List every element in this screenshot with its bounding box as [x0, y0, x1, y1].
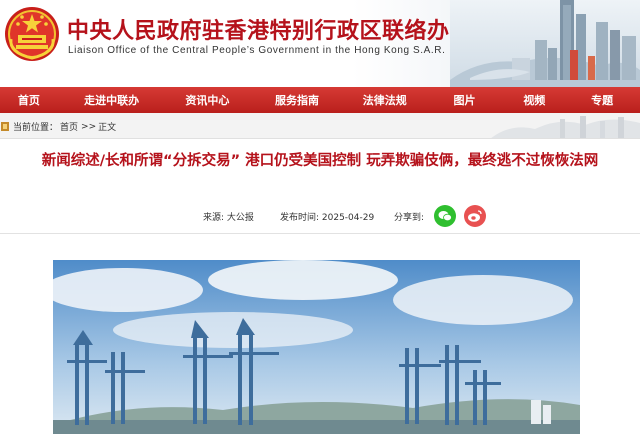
site-title-cn: 中央人民政府驻香港特别行政区联络办公室: [67, 19, 495, 44]
article-headline: 新闻综述/长和所谓“分拆交易” 港口仍受美国控制 玩弄欺骗伎俩，最终逃不过恢恢法…: [41, 153, 599, 169]
share-label: 分享到:: [394, 213, 425, 223]
nav-item-videos[interactable]: 视频: [504, 92, 564, 108]
breadcrumb-prefix: 当前位置：: [13, 123, 59, 133]
breadcrumb-current: 正文: [98, 123, 117, 133]
national-emblem-icon[interactable]: [3, 5, 61, 63]
nav-item-services[interactable]: 服务指南: [249, 92, 345, 108]
nav-item-laws[interactable]: 法律法规: [345, 92, 425, 108]
breadcrumb: 当前位置： 首页 >> 正文: [0, 120, 118, 133]
nav-item-photos[interactable]: 图片: [425, 92, 505, 108]
skyline-decoration: [491, 116, 640, 138]
article-source: 来源: 大公报: [203, 213, 254, 223]
breadcrumb-bar: 当前位置： 首页 >> 正文: [0, 113, 640, 139]
main-nav: 首页 走进中联办 资讯中心 服务指南 法律法规 图片 视频 专题: [0, 87, 640, 113]
article-photo-port-cranes: [53, 260, 580, 434]
wechat-icon[interactable]: [434, 205, 456, 227]
article-date: 发布时间: 2025-04-29: [280, 213, 375, 223]
breadcrumb-separator: >>: [81, 121, 97, 132]
site-title-en: Liaison Office of the Central People’s G…: [68, 45, 446, 56]
article-meta: 来源: 大公报 发布时间: 2025-04-29 分享到:: [0, 205, 640, 227]
breadcrumb-home-link[interactable]: 首页: [60, 120, 78, 133]
home-icon: [1, 122, 9, 131]
meta-divider: [0, 233, 640, 234]
nav-item-news[interactable]: 资讯中心: [165, 92, 249, 108]
hong-kong-skyline-image: [450, 0, 640, 87]
weibo-icon[interactable]: [464, 205, 486, 227]
site-header: 中央人民政府驻香港特别行政区联络办公室 Liaison Office of th…: [0, 0, 640, 87]
nav-item-about[interactable]: 走进中联办: [58, 92, 166, 108]
nav-item-home[interactable]: 首页: [0, 92, 58, 108]
nav-item-topics[interactable]: 专题: [564, 92, 640, 108]
